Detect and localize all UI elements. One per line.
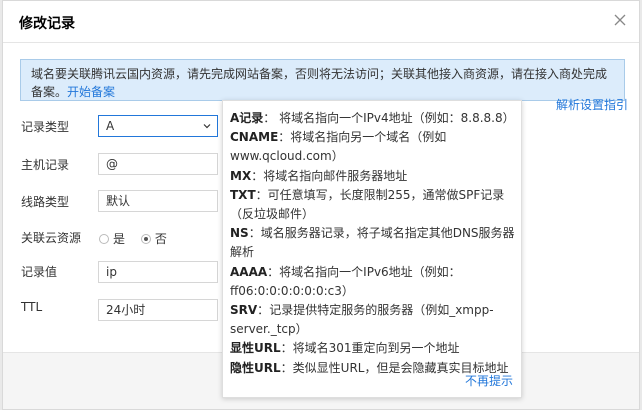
record-type-keyword: MX [230, 168, 252, 183]
record-value-input[interactable]: ip [98, 261, 218, 283]
record-type-keyword: A记录 [230, 111, 264, 125]
record-type-description: 可任意填写，长度限制255，通常做SPF记录（反垃圾邮件） [230, 187, 505, 222]
tooltip-entry: 显性URL：将域名301重定向到另一个地址 [230, 339, 515, 358]
filing-notice: 域名要关联腾讯云国内资源，请先完成网站备案，否则将无法访问；关联其他接入商资源，… [20, 59, 625, 101]
entry-separator: ： [248, 226, 261, 241]
tooltip-entry: TXT：可任意填写，长度限制255，通常做SPF记录（反垃圾邮件） [230, 186, 515, 224]
record-type-label: 记录类型 [21, 120, 70, 134]
cloud-resource-label: 关联云资源 [21, 231, 82, 245]
line-type-label: 线路类型 [21, 195, 70, 209]
dialog-title: 修改记录 [19, 16, 75, 32]
radio-yes-label: 是 [113, 232, 126, 246]
entry-separator: ： [280, 341, 293, 356]
line-type-select[interactable]: 默认 [98, 190, 218, 212]
record-value-label: 记录值 [21, 265, 58, 279]
ttl-value: 24小时 [106, 303, 146, 317]
record-type-keyword: NS [230, 226, 249, 241]
record-type-keyword: 显性URL [230, 341, 281, 356]
notice-text: 域名要关联腾讯云国内资源，请先完成网站备案，否则将无法访问；关联其他接入商资源，… [31, 67, 608, 99]
record-type-description: 将域名指向邮件服务器地址 [263, 168, 408, 183]
tooltip-entry: NS：域名服务器记录，将子域名指定其他DNS服务器解析 [230, 224, 515, 262]
radio-no[interactable] [140, 234, 151, 244]
radio-yes[interactable] [99, 234, 109, 244]
record-type-keyword: TXT [230, 187, 256, 202]
resolve-guide-link[interactable]: 解析设置指引 [556, 96, 628, 113]
record-value-text: ip [106, 265, 117, 279]
record-type-keyword: CNAME [230, 130, 279, 145]
record-type-description: 域名服务器记录，将子域名指定其他DNS服务器解析 [230, 226, 515, 260]
close-icon[interactable] [613, 13, 627, 27]
header-divider [3, 42, 639, 43]
record-type-description: 将域名指向一个IPv4地址（例如：8.8.8.8） [279, 111, 515, 125]
record-type-description: 将域名301重定向到另一个地址 [292, 341, 460, 356]
entry-separator: ： [278, 130, 291, 145]
record-type-tooltip: A记录： 将域名指向一个IPv4地址（例如：8.8.8.8） CNAME：将域名指… [222, 100, 522, 398]
tooltip-entry-list: A记录： 将域名指向一个IPv4地址（例如：8.8.8.8） CNAME：将域名指… [230, 109, 515, 378]
record-type-keyword: 隐性URL [230, 360, 281, 375]
cloud-resource-radio-group: 是 否 [99, 230, 179, 247]
entry-separator: ： [251, 168, 264, 183]
tooltip-entry: SRV：记录提供特定服务的服务器（例如_xmpp-server._tcp） [230, 301, 515, 339]
radio-no-label: 否 [154, 232, 167, 246]
host-label: 主机记录 [21, 158, 70, 172]
record-type-description: 记录提供特定服务的服务器（例如_xmpp-server._tcp） [230, 303, 494, 337]
record-type-keyword: SRV [230, 303, 258, 318]
entry-separator: ： [263, 111, 280, 125]
tooltip-entry: A记录： 将域名指向一个IPv4地址（例如：8.8.8.8） [230, 109, 515, 128]
start-filing-link[interactable]: 开始备案 [67, 85, 115, 99]
tooltip-entry: AAAA：将域名指向一个IPv6地址（例如：ff06:0:0:0:0:0:0:c… [230, 263, 515, 301]
record-type-select[interactable]: A [98, 115, 218, 137]
entry-separator: ： [255, 187, 268, 202]
line-type-value: 默认 [106, 194, 131, 208]
record-type-value: A [106, 119, 115, 133]
entry-separator: ： [257, 303, 270, 318]
ttl-select[interactable]: 24小时 [98, 299, 218, 321]
dont-show-again-link[interactable]: 不再提示 [465, 372, 513, 391]
tooltip-entry: MX：将域名指向邮件服务器地址 [230, 167, 515, 186]
entry-separator: ： [280, 360, 293, 375]
record-type-keyword: AAAA [230, 264, 268, 279]
host-input[interactable]: @ [98, 153, 218, 175]
entry-separator: ： [267, 264, 280, 279]
ttl-label: TTL [21, 300, 43, 314]
chevron-down-icon [203, 124, 211, 129]
tooltip-entry: CNAME：将域名指向另一个域名（例如www.qcloud.com） [230, 128, 515, 166]
host-value: @ [106, 157, 118, 171]
